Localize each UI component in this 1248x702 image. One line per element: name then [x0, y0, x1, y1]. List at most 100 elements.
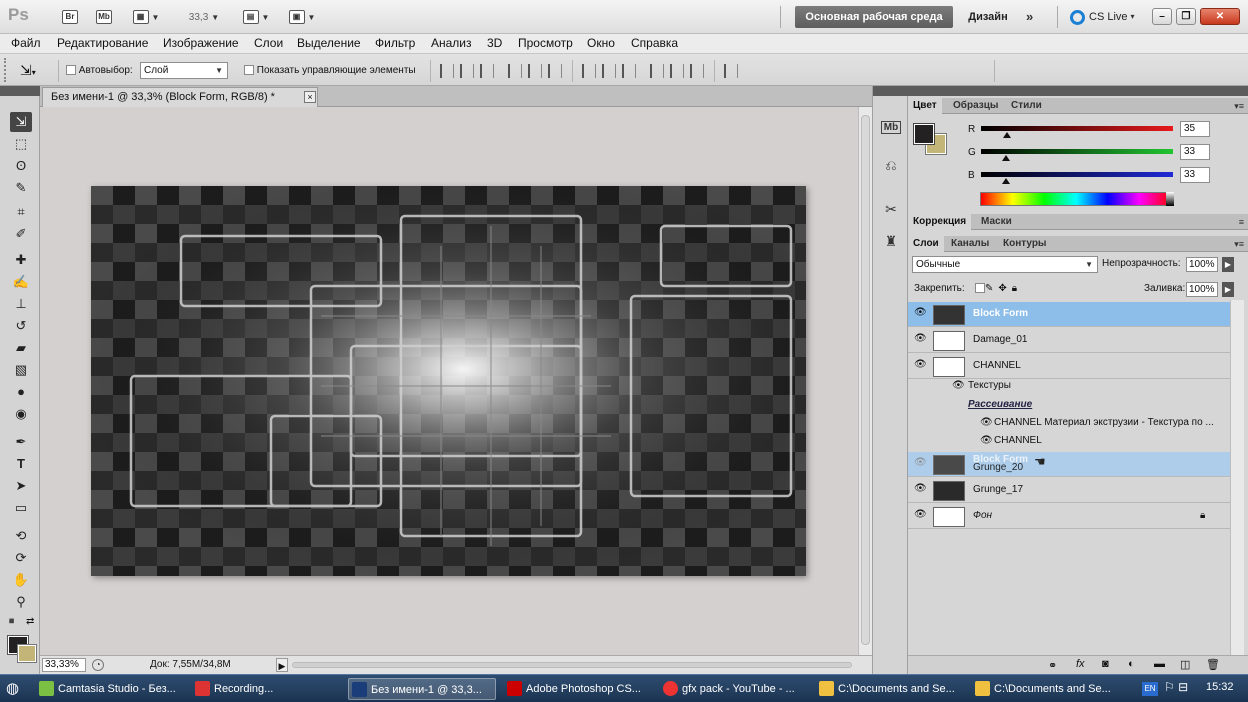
- crop-tool[interactable]: ⌗: [10, 202, 32, 222]
- status-info-icon[interactable]: ◔: [92, 659, 104, 671]
- layer-row-block-form[interactable]: 👁︎ Block Form: [908, 302, 1230, 327]
- background-color-swatch[interactable]: [18, 645, 36, 662]
- history-panel-icon[interactable]: ⎌: [880, 154, 902, 176]
- task-recording[interactable]: Recording...: [192, 678, 332, 700]
- new-layer-icon[interactable]: ◫: [1180, 658, 1190, 671]
- task-adobe-photoshop[interactable]: Adobe Photoshop CS...: [504, 678, 654, 700]
- screen-mode-button[interactable]: ▣ ▼: [284, 7, 320, 27]
- type-tool[interactable]: T: [10, 454, 32, 474]
- menu-select[interactable]: Выделение: [297, 36, 361, 50]
- workspace-design-button[interactable]: Дизайн: [962, 6, 1014, 28]
- distribute-vcenter-icon[interactable]: [602, 64, 616, 78]
- align-top-icon[interactable]: [440, 64, 454, 78]
- start-button[interactable]: ◍: [6, 679, 26, 699]
- distribute-left-icon[interactable]: [650, 64, 664, 78]
- panel-menu-icon[interactable]: ≡: [1239, 217, 1244, 227]
- zoom-field[interactable]: 33,33%: [42, 658, 86, 672]
- hand-tool[interactable]: ✋: [10, 570, 32, 590]
- menu-file[interactable]: Файл: [11, 36, 41, 50]
- effect-item-row[interactable]: 👁︎ CHANNEL Материал экструзии - Текстура…: [908, 417, 1230, 435]
- distribute-hcenter-icon[interactable]: [670, 64, 684, 78]
- options-grip[interactable]: [4, 58, 12, 82]
- show-controls-option[interactable]: Показать управляющие элементы: [244, 65, 416, 76]
- minibridge-button[interactable]: Mb: [94, 7, 114, 27]
- tab-color[interactable]: Цвет: [908, 98, 942, 114]
- autoselect-checkbox[interactable]: [66, 65, 76, 76]
- effect-group-row[interactable]: Рассеивание: [908, 399, 1230, 417]
- eyedropper-tool[interactable]: ✐: [10, 224, 32, 244]
- tray-icons[interactable]: ⚐ ⊟: [1164, 680, 1188, 694]
- document-tab[interactable]: Без имени-1 @ 33,3% (Block Form, RGB/8) …: [42, 87, 318, 107]
- zoom-tool[interactable]: ⚲: [10, 592, 32, 612]
- minimize-button[interactable]: –: [1152, 8, 1172, 25]
- link-layers-icon[interactable]: ⚭: [1048, 659, 1057, 672]
- eraser-tool[interactable]: ▰: [10, 338, 32, 358]
- menu-filter[interactable]: Фильтр: [375, 36, 415, 50]
- blue-slider[interactable]: [981, 172, 1173, 177]
- task-browser[interactable]: gfx pack - YouTube - ...: [660, 678, 810, 700]
- tab-masks[interactable]: Маски: [976, 214, 1017, 230]
- align-bottom-icon[interactable]: [480, 64, 494, 78]
- menu-analysis[interactable]: Анализ: [431, 36, 472, 50]
- tab-styles[interactable]: Стили: [1006, 98, 1047, 114]
- tool-presets-icon[interactable]: ✂: [880, 198, 902, 220]
- default-colors-icon[interactable]: ◾: [6, 616, 17, 627]
- clone-source-icon[interactable]: ♜: [880, 230, 902, 252]
- history-brush-tool[interactable]: ↺: [10, 316, 32, 336]
- canvas-image[interactable]: [91, 186, 806, 576]
- task-photoshop-document[interactable]: Без имени-1 @ 33,3...: [348, 678, 496, 700]
- tools-panel-header[interactable]: [0, 86, 40, 96]
- layers-scrollbar[interactable]: [1230, 300, 1244, 655]
- layer-row-channel[interactable]: 👁︎ CHANNEL: [908, 354, 1230, 379]
- bridge-button[interactable]: Br: [60, 7, 80, 27]
- distribute-bottom-icon[interactable]: [622, 64, 636, 78]
- fill-slider-button[interactable]: ▶: [1222, 282, 1234, 297]
- green-slider-handle[interactable]: [1001, 155, 1010, 161]
- menu-3d[interactable]: 3D: [487, 36, 502, 50]
- gradient-tool[interactable]: ▧: [10, 360, 32, 380]
- color-panel-foreground[interactable]: [914, 124, 934, 144]
- opacity-field[interactable]: 100%: [1186, 257, 1218, 272]
- layer-row-damage[interactable]: 👁︎ Damage_01: [908, 328, 1230, 353]
- eye-icon[interactable]: 👁︎: [980, 417, 993, 428]
- red-slider-handle[interactable]: [1003, 132, 1012, 138]
- align-left-icon[interactable]: [508, 64, 522, 78]
- green-slider[interactable]: [981, 149, 1173, 154]
- clone-stamp-tool[interactable]: ⊥: [10, 294, 32, 314]
- quick-select-tool[interactable]: ✎: [10, 178, 32, 198]
- show-controls-checkbox[interactable]: [244, 65, 254, 76]
- layer-row-grunge-17[interactable]: 👁︎ Grunge_17: [908, 478, 1230, 503]
- workspace-essentials-button[interactable]: Основная рабочая среда: [795, 6, 953, 28]
- dodge-tool[interactable]: ◉: [10, 404, 32, 424]
- tab-swatches[interactable]: Образцы: [948, 98, 1003, 114]
- menu-layers[interactable]: Слои: [254, 36, 283, 50]
- blue-slider-handle[interactable]: [1001, 178, 1010, 184]
- document-horizontal-scrollbar[interactable]: [292, 662, 852, 668]
- red-slider[interactable]: [981, 126, 1173, 131]
- blue-value-field[interactable]: 33: [1180, 167, 1210, 183]
- layer-row-background[interactable]: 👁︎ Фон 🔒︎: [908, 504, 1230, 529]
- trash-icon[interactable]: 🗑︎: [1206, 658, 1220, 671]
- tab-channels[interactable]: Каналы: [946, 236, 994, 252]
- eye-icon[interactable]: 👁︎: [952, 380, 965, 391]
- task-explorer-2[interactable]: C:\Documents and Se...: [972, 678, 1122, 700]
- eye-icon[interactable]: 👁︎: [914, 360, 927, 370]
- eye-icon[interactable]: 👁︎: [914, 484, 927, 494]
- fx-icon[interactable]: fx: [1076, 658, 1085, 670]
- effects-row[interactable]: 👁︎ Текстуры: [908, 380, 1230, 398]
- red-value-field[interactable]: 35: [1180, 121, 1210, 137]
- new-group-icon[interactable]: ▬: [1154, 658, 1165, 670]
- eye-icon[interactable]: 👁︎: [980, 435, 993, 446]
- align-vcenter-icon[interactable]: [460, 64, 474, 78]
- zoom-level-button[interactable]: 33,3 ▼: [180, 7, 228, 27]
- color-spectrum-bw[interactable]: [1166, 192, 1174, 206]
- pen-tool[interactable]: ✒: [10, 432, 32, 452]
- opacity-slider-button[interactable]: ▶: [1222, 257, 1234, 272]
- document-close-button[interactable]: ×: [304, 91, 316, 103]
- cs-live-button[interactable]: CS Live ▾: [1070, 6, 1140, 28]
- add-mask-icon[interactable]: ◙: [1102, 658, 1109, 670]
- blur-tool[interactable]: ●: [10, 382, 32, 402]
- arrange-documents-button[interactable]: ▤ ▼: [238, 7, 274, 27]
- lock-transparency-icon[interactable]: [975, 283, 985, 294]
- tab-paths[interactable]: Контуры: [998, 236, 1051, 252]
